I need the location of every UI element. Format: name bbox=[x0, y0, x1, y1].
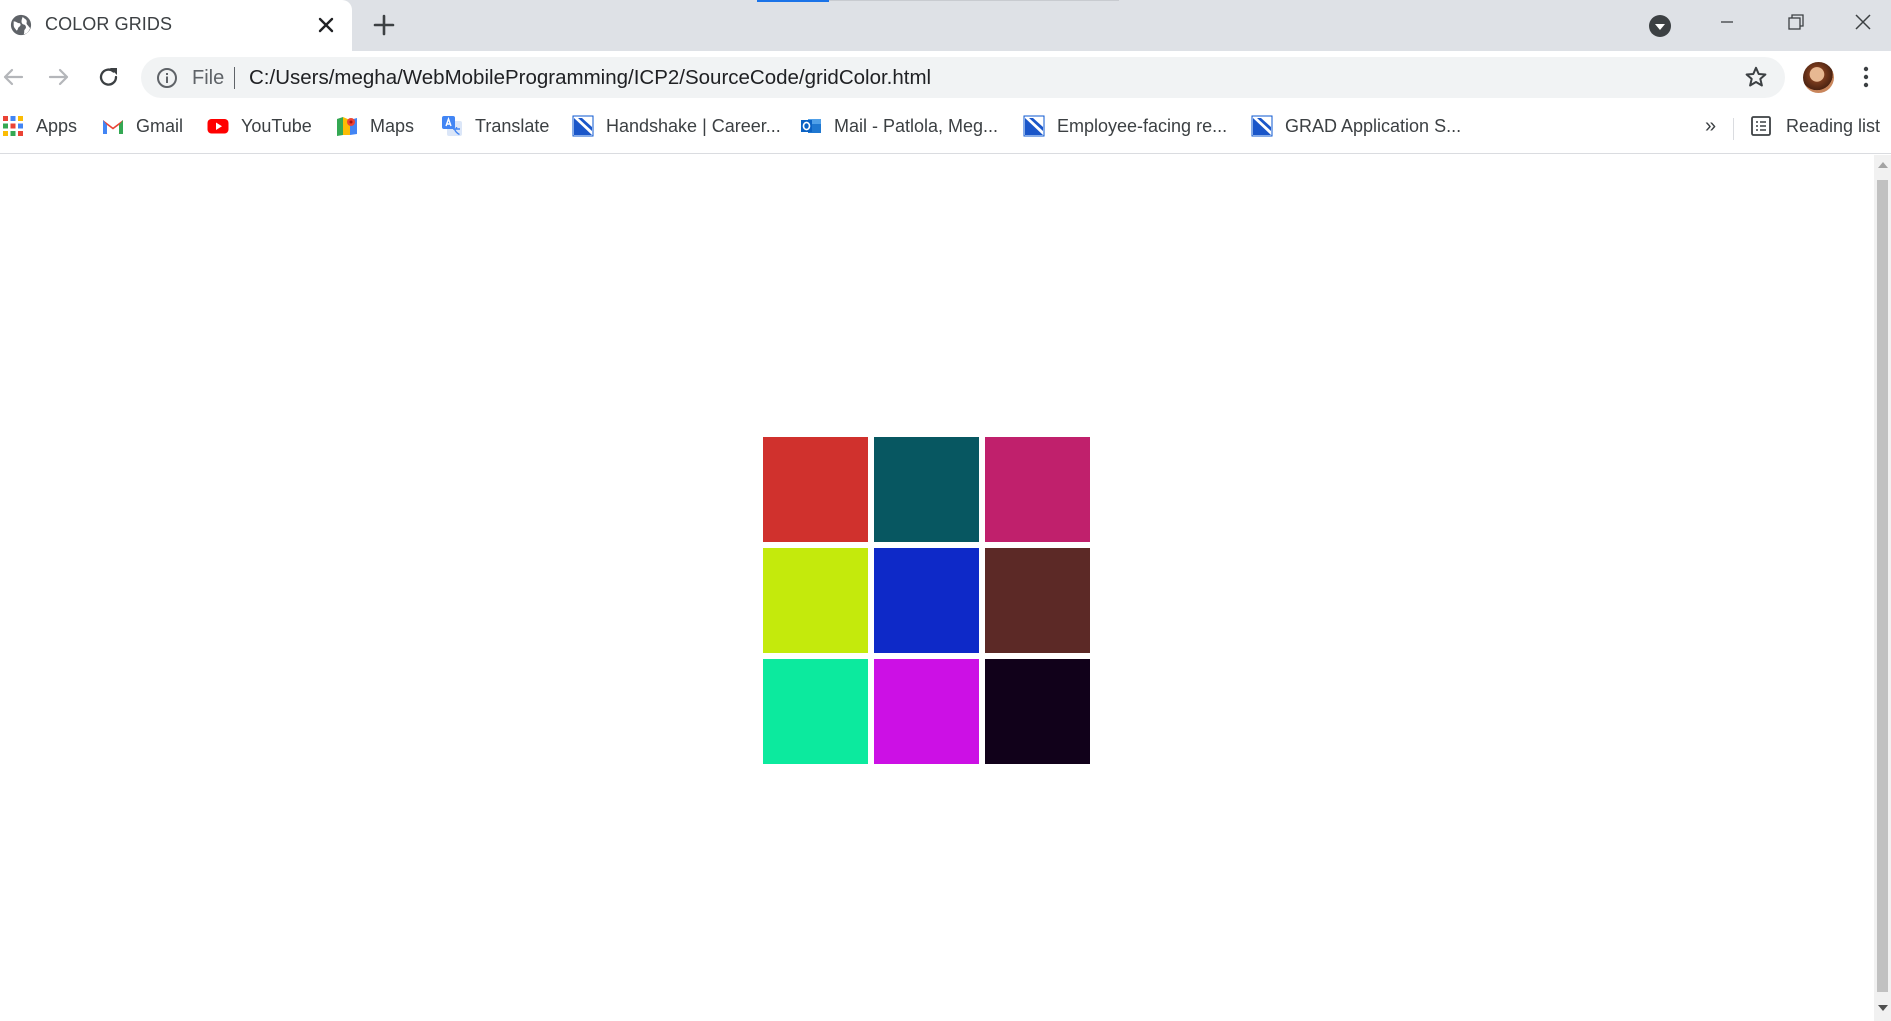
handshake-icon bbox=[572, 115, 594, 137]
color-cell bbox=[874, 548, 979, 653]
color-cell bbox=[985, 548, 1090, 653]
bookmark-label: Apps bbox=[36, 115, 78, 136]
avatar[interactable] bbox=[1803, 62, 1834, 93]
bookmark-maps[interactable]: Maps bbox=[336, 114, 414, 138]
bookmarks-bar: Apps Gmail YouTube Maps Translate Handsh… bbox=[0, 104, 1891, 154]
scroll-thumb[interactable] bbox=[1877, 180, 1888, 992]
apps-grid-icon bbox=[3, 116, 23, 136]
reading-list-button[interactable]: Reading list bbox=[1750, 114, 1880, 138]
vertical-scrollbar[interactable] bbox=[1874, 155, 1891, 1021]
color-cell bbox=[763, 437, 868, 542]
scheme-label: File bbox=[192, 67, 225, 89]
outlook-icon bbox=[801, 119, 821, 133]
active-tab[interactable]: COLOR GRIDS bbox=[0, 0, 352, 51]
bookmark-mail[interactable]: Mail - Patlola, Meg... bbox=[800, 114, 998, 138]
scroll-up-arrow-icon[interactable] bbox=[1878, 162, 1888, 168]
bookmark-label: Employee-facing re... bbox=[1057, 115, 1228, 136]
restore-icon[interactable] bbox=[1780, 10, 1810, 34]
color-grid bbox=[763, 437, 1090, 764]
minimize-icon[interactable] bbox=[1712, 10, 1742, 34]
bookmarks-divider bbox=[1733, 118, 1734, 140]
youtube-icon bbox=[207, 119, 229, 134]
close-icon[interactable] bbox=[316, 15, 336, 35]
loading-track bbox=[829, 0, 1119, 1]
bookmark-apps[interactable]: Apps bbox=[2, 114, 77, 138]
bookmark-label: YouTube bbox=[241, 115, 312, 136]
color-cell bbox=[874, 437, 979, 542]
bookmark-label: Mail - Patlola, Meg... bbox=[834, 115, 999, 136]
bookmark-employee-facing[interactable]: Employee-facing re... bbox=[1023, 114, 1227, 138]
bookmark-translate[interactable]: Translate bbox=[441, 114, 549, 138]
gmail-icon bbox=[103, 120, 123, 134]
browser-toolbar: File C:/Users/megha/WebMobileProgramming… bbox=[0, 51, 1891, 104]
close-icon[interactable] bbox=[1848, 10, 1878, 34]
color-cell bbox=[763, 659, 868, 764]
color-cell bbox=[985, 659, 1090, 764]
loading-indicator bbox=[757, 0, 829, 2]
tab-title: COLOR GRIDS bbox=[45, 14, 173, 34]
address-bar[interactable]: File C:/Users/megha/WebMobileProgramming… bbox=[141, 57, 1785, 98]
bookmark-label: Translate bbox=[475, 115, 550, 136]
bookmarks-overflow-button[interactable]: » bbox=[1705, 115, 1716, 138]
reload-icon[interactable] bbox=[96, 64, 122, 90]
back-arrow-icon[interactable] bbox=[0, 64, 26, 90]
bookmark-youtube[interactable]: YouTube bbox=[207, 114, 312, 138]
url-text[interactable]: C:/Users/megha/WebMobileProgramming/ICP2… bbox=[249, 66, 931, 90]
bookmark-gmail[interactable]: Gmail bbox=[102, 114, 183, 138]
star-icon[interactable] bbox=[1744, 65, 1768, 89]
scheme-divider bbox=[234, 67, 235, 89]
color-cell bbox=[874, 659, 979, 764]
color-cell bbox=[985, 437, 1090, 542]
handshake-icon bbox=[1023, 115, 1045, 137]
scroll-down-arrow-icon[interactable] bbox=[1878, 1005, 1888, 1011]
bookmark-label: Gmail bbox=[136, 115, 184, 136]
bookmark-label: GRAD Application S... bbox=[1285, 115, 1462, 136]
bookmark-grad-application[interactable]: GRAD Application S... bbox=[1251, 114, 1461, 138]
page-viewport bbox=[0, 155, 1874, 1021]
color-cell bbox=[763, 548, 868, 653]
reading-list-icon bbox=[1751, 116, 1771, 136]
kebab-menu-icon[interactable] bbox=[1858, 65, 1874, 89]
bookmark-handshake-career[interactable]: Handshake | Career... bbox=[572, 114, 781, 138]
handshake-icon bbox=[1251, 115, 1273, 137]
tab-strip: COLOR GRIDS bbox=[0, 0, 1891, 51]
forward-arrow-icon[interactable] bbox=[46, 64, 72, 90]
maps-icon bbox=[337, 117, 357, 136]
bookmark-label: Maps bbox=[370, 115, 415, 136]
info-icon[interactable] bbox=[156, 67, 178, 89]
translate-icon bbox=[442, 116, 462, 136]
bookmark-label: Handshake | Career... bbox=[606, 115, 781, 136]
plus-icon[interactable] bbox=[372, 13, 396, 37]
globe-icon bbox=[10, 14, 32, 36]
tab-search-icon[interactable] bbox=[1648, 14, 1672, 38]
reading-list-label: Reading list bbox=[1786, 115, 1881, 136]
